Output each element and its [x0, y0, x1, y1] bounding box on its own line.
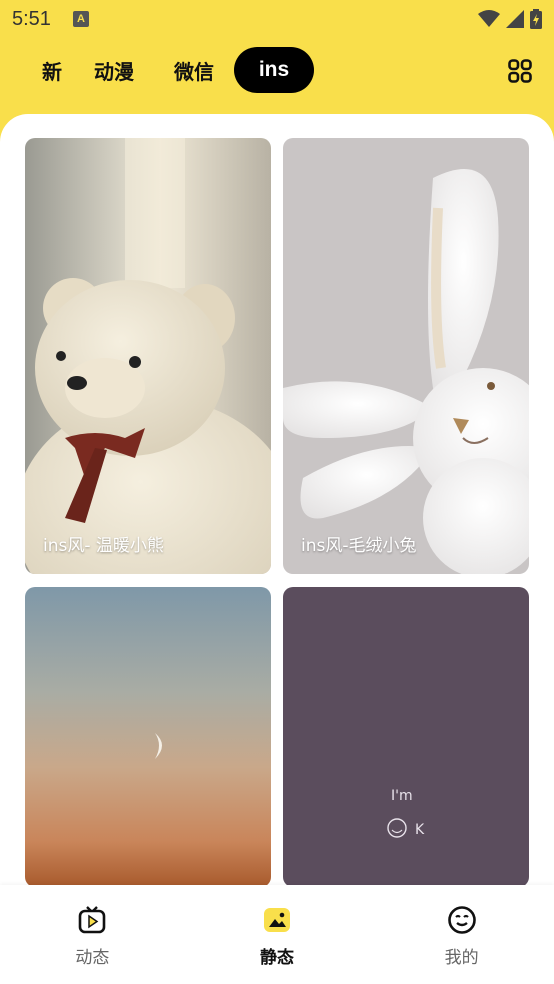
status-icons [478, 9, 542, 29]
nav-mine[interactable]: 我的 [369, 885, 554, 984]
tab-wechat-label: 微信 [174, 59, 214, 84]
nav-label: 动态 [75, 948, 110, 968]
wallpaper-card[interactable]: I'm K [283, 587, 529, 887]
svg-text:I'm: I'm [391, 788, 413, 804]
nav-static[interactable]: 静态 [185, 885, 370, 984]
tab-anime-label: 动漫 [94, 59, 134, 84]
tab-anime[interactable]: 动漫 [82, 47, 146, 93]
smile-icon [447, 906, 476, 934]
status-time: 5:51 [12, 7, 51, 30]
wallpaper-card[interactable]: ins风- 温暖小熊 [25, 138, 271, 574]
tab-latest[interactable]: 新 [6, 47, 62, 93]
purple-handwriting-image: I'm K [283, 587, 529, 887]
nav-dynamic[interactable]: 动态 [0, 885, 185, 984]
wallpaper-card[interactable]: ins风-毛绒小兔 [283, 138, 529, 574]
crescent-moon-image [25, 587, 271, 887]
plush-rabbit-image [283, 138, 529, 574]
image-icon [264, 908, 290, 932]
notification-icon: A [72, 11, 89, 27]
tab-ins-label: ins [258, 58, 290, 81]
tab-latest-label: 新 [42, 59, 62, 84]
grid-icon[interactable] [508, 59, 532, 83]
battery-icon [530, 9, 542, 29]
tab-wechat[interactable]: 微信 [162, 47, 226, 93]
video-play-icon [79, 906, 106, 934]
nav-label: 静态 [260, 948, 294, 968]
nav-label: 我的 [444, 948, 479, 968]
status-bar: 5:51 A [0, 0, 554, 38]
tab-ins[interactable]: ins [234, 47, 314, 93]
signal-icon [506, 10, 524, 28]
wallpaper-card[interactable] [25, 587, 271, 887]
card-title: ins风-毛绒小兔 [301, 536, 417, 556]
svg-text:K: K [415, 822, 425, 838]
teddy-bear-image [25, 138, 271, 574]
card-title: ins风- 温暖小熊 [43, 536, 164, 556]
wifi-icon [478, 10, 500, 27]
bottom-nav: 动态 静态 我的 [0, 885, 554, 984]
category-tabs: 新 动漫 微信 ins [0, 44, 554, 96]
